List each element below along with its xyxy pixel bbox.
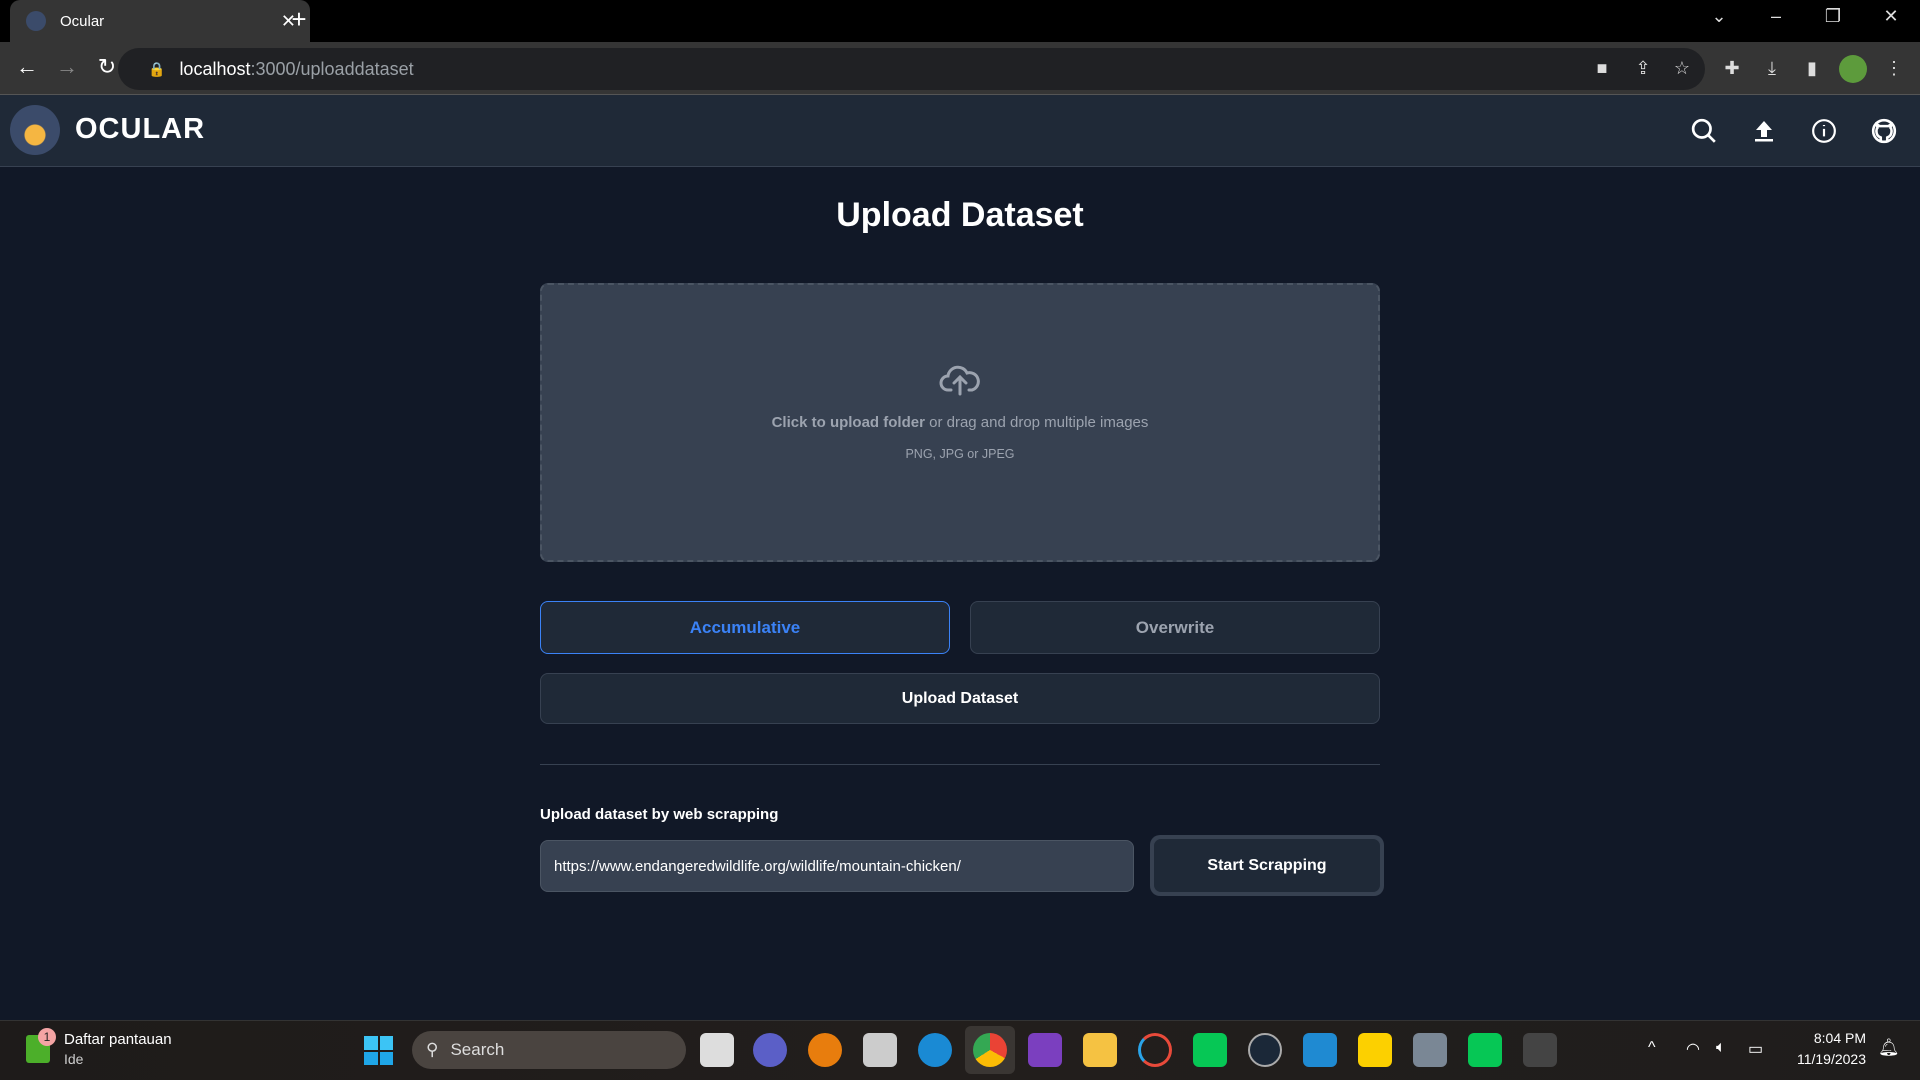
line-icon-2[interactable] bbox=[1468, 1033, 1502, 1067]
start-scrapping-focus-ring: Start Scrapping bbox=[1150, 835, 1384, 896]
browser-tab[interactable]: Ocular ✕ bbox=[10, 0, 310, 42]
widget-subtitle: Ide bbox=[64, 1051, 84, 1067]
calculator-icon[interactable] bbox=[1413, 1033, 1447, 1067]
unity-icon[interactable] bbox=[863, 1033, 897, 1067]
restore-button[interactable]: ❐ bbox=[1818, 6, 1848, 27]
search-icon: ⚲ bbox=[426, 1040, 439, 1059]
notifications-icon[interactable]: 🔔︎ bbox=[1878, 1038, 1900, 1058]
new-tab-button[interactable]: + bbox=[284, 4, 314, 35]
app-navbar bbox=[0, 95, 1920, 167]
onenote-icon[interactable] bbox=[1028, 1033, 1062, 1067]
minimize-button[interactable]: – bbox=[1761, 6, 1791, 27]
clock-date[interactable]: 11/19/2023 bbox=[1770, 1051, 1866, 1067]
forward-button[interactable]: → bbox=[52, 54, 82, 80]
task-view-icon[interactable] bbox=[700, 1033, 734, 1067]
file-explorer-icon[interactable] bbox=[1083, 1033, 1117, 1067]
web-scrape-label: Upload dataset by web scrapping bbox=[540, 806, 779, 823]
tab-title: Ocular bbox=[60, 12, 105, 30]
scrape-url-input[interactable] bbox=[540, 840, 1134, 892]
click-to-upload-text[interactable]: Click to upload folder bbox=[772, 414, 925, 431]
widget-title[interactable]: Daftar pantauan bbox=[64, 1031, 172, 1048]
search-icon[interactable] bbox=[1688, 115, 1720, 147]
dropzone-instructions: Click to upload folder or drag and drop … bbox=[542, 414, 1378, 431]
edge-icon[interactable] bbox=[918, 1033, 952, 1067]
accepted-formats: PNG, JPG or JPEG bbox=[905, 447, 1015, 461]
line-icon[interactable] bbox=[1193, 1033, 1227, 1067]
drag-drop-text: or drag and drop multiple images bbox=[924, 414, 1149, 431]
close-window-button[interactable]: ✕ bbox=[1876, 6, 1906, 27]
profile-avatar[interactable] bbox=[1839, 55, 1867, 83]
upload-icon[interactable] bbox=[1748, 115, 1780, 147]
clock-time[interactable]: 8:04 PM bbox=[1770, 1030, 1866, 1046]
overwrite-mode-button[interactable]: Overwrite bbox=[970, 601, 1380, 654]
back-button[interactable]: ← bbox=[12, 54, 42, 80]
brand-name[interactable]: OCULAR bbox=[75, 113, 205, 146]
windows-taskbar bbox=[0, 1020, 1920, 1080]
blender-icon[interactable] bbox=[808, 1033, 842, 1067]
share-icon[interactable]: ⇪ bbox=[1629, 58, 1657, 79]
vscode-icon[interactable] bbox=[1303, 1033, 1337, 1067]
lock-icon: 🔒 bbox=[148, 60, 166, 77]
chrome-icon[interactable] bbox=[973, 1033, 1007, 1067]
camera-icon[interactable]: ■ bbox=[1588, 58, 1616, 79]
divider bbox=[540, 764, 1380, 765]
accumulative-mode-button[interactable]: Accumulative bbox=[540, 601, 950, 654]
terminal-icon[interactable] bbox=[1523, 1033, 1557, 1067]
sticky-notes-icon[interactable] bbox=[1358, 1033, 1392, 1067]
tab-search-icon[interactable]: ⌄ bbox=[1704, 6, 1734, 27]
extensions-icon[interactable]: ✚ bbox=[1718, 58, 1746, 79]
teams-icon[interactable] bbox=[753, 1033, 787, 1067]
url-path: :3000/uploaddataset bbox=[250, 58, 414, 79]
battery-icon[interactable]: ▭ bbox=[1748, 1039, 1763, 1059]
side-panel-icon[interactable]: ▮ bbox=[1798, 58, 1826, 79]
upload-dataset-button[interactable]: Upload Dataset bbox=[540, 673, 1380, 724]
taskbar-search[interactable]: ⚲ Search bbox=[412, 1031, 686, 1069]
menu-icon[interactable]: ⋮ bbox=[1880, 58, 1908, 79]
github-icon[interactable] bbox=[1868, 115, 1900, 147]
upload-dropzone[interactable]: Click to upload folder or drag and drop … bbox=[540, 283, 1380, 562]
wifi-icon[interactable]: ◠ bbox=[1686, 1039, 1700, 1059]
widget-badge: 1 bbox=[38, 1028, 56, 1046]
app-icon[interactable] bbox=[1138, 1033, 1172, 1067]
url-host: localhost bbox=[179, 58, 251, 79]
address-bar[interactable]: 🔒 localhost:3000/uploaddataset bbox=[118, 48, 1705, 90]
favicon-icon bbox=[26, 11, 46, 31]
tray-overflow-icon[interactable]: ^ bbox=[1648, 1039, 1656, 1057]
start-scrapping-button[interactable]: Start Scrapping bbox=[1153, 838, 1381, 893]
steam-icon[interactable] bbox=[1248, 1033, 1282, 1067]
download-icon[interactable]: ⤓ bbox=[1758, 58, 1786, 79]
page-title: Upload Dataset bbox=[836, 196, 1084, 234]
bookmark-star-icon[interactable]: ☆ bbox=[1668, 58, 1696, 79]
volume-icon[interactable]: 🔈︎ bbox=[1716, 1039, 1726, 1057]
search-label: Search bbox=[450, 1040, 505, 1059]
info-icon[interactable] bbox=[1808, 115, 1840, 147]
windows-start-icon[interactable] bbox=[364, 1036, 393, 1065]
cloud-upload-icon bbox=[542, 363, 1378, 402]
ocular-logo[interactable] bbox=[10, 105, 60, 155]
